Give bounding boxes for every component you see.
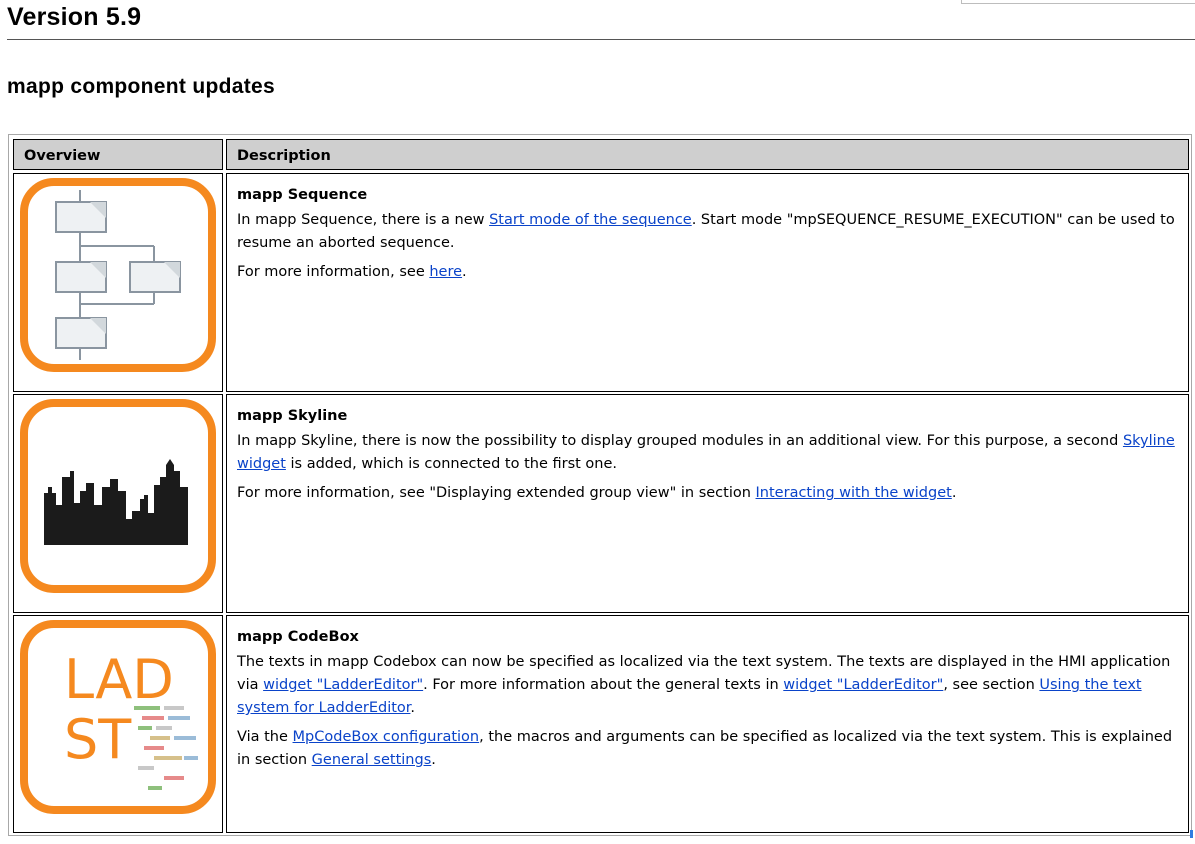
- header-description: Description: [226, 139, 1189, 170]
- row-paragraph: For more information, see here.: [237, 261, 1188, 284]
- description-cell-skyline: mapp Skyline In mapp Skyline, there is n…: [226, 394, 1189, 613]
- text-run: .: [431, 752, 436, 768]
- section-title: mapp component updates: [7, 75, 275, 98]
- ladder-st-code-icon: LAD ST: [20, 620, 216, 814]
- overview-cell-sequence: [13, 173, 223, 392]
- text-run: .: [951, 485, 957, 501]
- title-rule: [7, 39, 1195, 40]
- row-title: mapp Sequence: [237, 187, 368, 203]
- top-right-box: [961, 0, 1195, 4]
- text-run: In mapp Skyline, there is now the possib…: [237, 433, 1123, 449]
- skyline-icon: [20, 399, 216, 593]
- icon-lad-text: LAD: [64, 648, 174, 711]
- sequence-flowchart-icon: [20, 178, 216, 372]
- text-run: In mapp Sequence, there is a new: [237, 212, 490, 228]
- row-paragraph: For more information, see "Displaying ex…: [237, 482, 1188, 505]
- general-settings-link[interactable]: General settings: [312, 752, 432, 768]
- header-overview: Overview: [13, 139, 223, 170]
- scroll-indicator[interactable]: [1190, 830, 1193, 838]
- row-paragraph: Via the MpCodeBox configuration, the mac…: [237, 726, 1188, 772]
- mpcodebox-config-link[interactable]: MpCodeBox configuration: [293, 729, 480, 745]
- here-link[interactable]: here: [429, 264, 462, 280]
- text-run: is added, which is connected to the firs…: [285, 456, 618, 472]
- text-run: Via the: [237, 729, 293, 745]
- text-run: For more information, see: [237, 264, 430, 280]
- start-mode-link[interactable]: Start mode of the sequence: [489, 212, 692, 228]
- updates-table: Overview Description mapp Sequence In ma…: [8, 134, 1192, 836]
- text-run: .: [462, 264, 467, 280]
- description-cell-sequence: mapp Sequence In mapp Sequence, there is…: [226, 173, 1189, 392]
- row-paragraph: The texts in mapp Codebox can now be spe…: [237, 651, 1188, 720]
- ladder-editor-link[interactable]: widget "LadderEditor": [263, 677, 423, 693]
- row-paragraph: In mapp Skyline, there is now the possib…: [237, 430, 1188, 476]
- description-cell-codebox: mapp CodeBox The texts in mapp Codebox c…: [226, 615, 1189, 833]
- text-run: . For more information about the general…: [423, 677, 784, 693]
- overview-cell-skyline: [13, 394, 223, 613]
- ladder-editor-link-2[interactable]: widget "LadderEditor": [783, 677, 943, 693]
- row-paragraph: In mapp Sequence, there is a new Start m…: [237, 209, 1188, 255]
- interacting-widget-link[interactable]: Interacting with the widget: [756, 485, 952, 501]
- version-title: Version 5.9: [7, 3, 142, 31]
- text-run: For more information, see "Displaying ex…: [237, 485, 756, 501]
- row-title: mapp Skyline: [237, 408, 348, 424]
- overview-cell-codebox: LAD ST: [13, 615, 223, 833]
- icon-st-text: ST: [64, 708, 132, 771]
- text-run: , see section: [943, 677, 1040, 693]
- row-title: mapp CodeBox: [237, 629, 359, 645]
- text-run: .: [410, 700, 416, 716]
